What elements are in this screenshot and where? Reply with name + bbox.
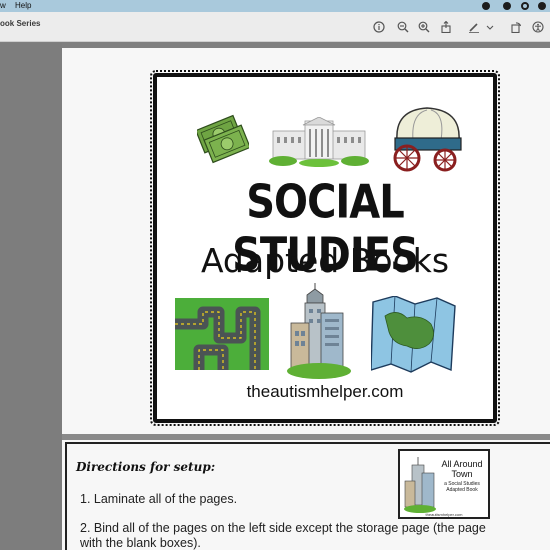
city-buildings-icon xyxy=(287,283,351,379)
menu-item-help[interactable]: Help xyxy=(15,1,31,10)
book-cover: SOCIAL STUDIES Adapted Books theautismhe… xyxy=(150,70,500,426)
app-status-icon[interactable] xyxy=(503,2,511,10)
white-house-icon xyxy=(269,117,369,167)
control-center-icon[interactable] xyxy=(538,2,546,10)
step-1-text: 1. Laminate all of the pages. xyxy=(80,492,238,506)
window-title: ook Series xyxy=(0,19,41,28)
zoom-in-icon[interactable] xyxy=(418,21,430,33)
money-icon xyxy=(197,114,249,164)
road-map-icon xyxy=(175,298,269,370)
toolbar: ook Series xyxy=(0,12,550,42)
rotate-icon[interactable] xyxy=(510,21,522,33)
info-icon[interactable] xyxy=(373,21,385,33)
covered-wagon-icon xyxy=(393,107,462,172)
cover-subtitle: Adapted Books xyxy=(200,241,450,280)
document-page-2: Directions for setup: 1. Laminate all of… xyxy=(62,440,550,550)
thumbnail-title: All Around Town xyxy=(441,459,483,479)
cluster-icon[interactable] xyxy=(521,2,529,10)
zoom-out-icon[interactable] xyxy=(397,21,409,33)
markup-pen-icon[interactable] xyxy=(468,21,480,33)
thumbnail-url: theautismhelper.com xyxy=(425,512,463,517)
document-page: SOCIAL STUDIES Adapted Books theautismhe… xyxy=(62,48,550,434)
chevron-down-icon[interactable] xyxy=(486,21,494,33)
cover-url: theautismhelper.com xyxy=(246,382,404,401)
thumbnail-subtitle: a Social Studies Adapted Book xyxy=(444,481,480,493)
folded-map-icon xyxy=(371,296,456,373)
directions-heading: Directions for setup: xyxy=(76,460,216,474)
thumbnail-sidebar[interactable] xyxy=(0,43,62,550)
accessibility-icon[interactable] xyxy=(532,21,544,33)
book-thumbnail: All Around Town a Social Studies Adapted… xyxy=(398,449,490,519)
city-thumbnail-icon xyxy=(404,457,436,513)
share-icon[interactable] xyxy=(440,21,452,33)
menu-item-partial[interactable]: w xyxy=(0,1,6,10)
step-2-text: 2. Bind all of the pages on the left sid… xyxy=(80,521,486,550)
record-icon[interactable] xyxy=(482,2,490,10)
menu-bar: w Help xyxy=(0,0,550,12)
